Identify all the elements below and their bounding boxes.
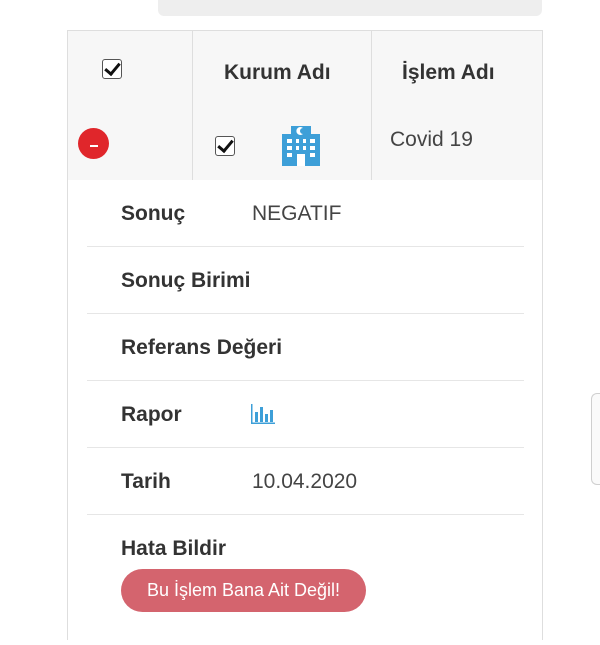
detail-sonuc-birimi: Sonuç Birimi bbox=[87, 247, 524, 314]
sonuc-birimi-label: Sonuç Birimi bbox=[121, 269, 251, 292]
sonuc-label: Sonuç bbox=[121, 202, 186, 225]
detail-sonuc: Sonuç NEGATIF bbox=[87, 180, 524, 247]
select-all-checkbox[interactable] bbox=[102, 59, 122, 79]
detail-tarih: Tarih 10.04.2020 bbox=[87, 448, 524, 515]
row-kurum-cell bbox=[193, 108, 372, 180]
results-table: Kurum Adı İşlem Adı Covid 19 Sonuç NEGAT… bbox=[67, 30, 543, 640]
row-toggle-cell bbox=[68, 108, 193, 180]
referans-degeri-label: Referans Değeri bbox=[121, 336, 283, 359]
header-select-cell bbox=[68, 31, 193, 108]
header-kurum-cell: Kurum Adı bbox=[193, 31, 372, 108]
tarih-label: Tarih bbox=[121, 470, 171, 493]
header-islem-cell: İşlem Adı bbox=[372, 31, 542, 108]
islem-adi-value: Covid 19 bbox=[390, 128, 473, 151]
report-not-mine-button[interactable]: Bu İşlem Bana Ait Değil! bbox=[121, 569, 366, 612]
side-scroll-handle[interactable] bbox=[591, 393, 600, 485]
row-islem-cell: Covid 19 bbox=[372, 108, 542, 180]
rapor-label: Rapor bbox=[121, 403, 182, 426]
islem-adi-header[interactable]: İşlem Adı bbox=[402, 61, 495, 85]
detail-rapor: Rapor bbox=[87, 381, 524, 448]
kurum-adi-header[interactable]: Kurum Adı bbox=[224, 61, 331, 85]
sonuc-value: NEGATIF bbox=[252, 202, 342, 225]
tarih-value: 10.04.2020 bbox=[252, 470, 358, 493]
detail-hata: Hata Bildir Bu İşlem Bana Ait Değil! bbox=[87, 515, 524, 645]
table-row: Covid 19 bbox=[68, 108, 542, 180]
search-bar[interactable] bbox=[158, 0, 542, 16]
table-header-row: Kurum Adı İşlem Adı bbox=[68, 30, 542, 109]
hata-bildir-label: Hata Bildir bbox=[121, 537, 227, 560]
row-checkbox[interactable] bbox=[215, 136, 235, 156]
bar-chart-icon[interactable] bbox=[250, 403, 276, 425]
hospital-icon bbox=[282, 126, 320, 166]
collapse-row-button[interactable] bbox=[78, 128, 109, 159]
detail-referans: Referans Değeri bbox=[87, 314, 524, 381]
row-details: Sonuç NEGATIF Sonuç Birimi Referans Değe… bbox=[87, 180, 524, 645]
